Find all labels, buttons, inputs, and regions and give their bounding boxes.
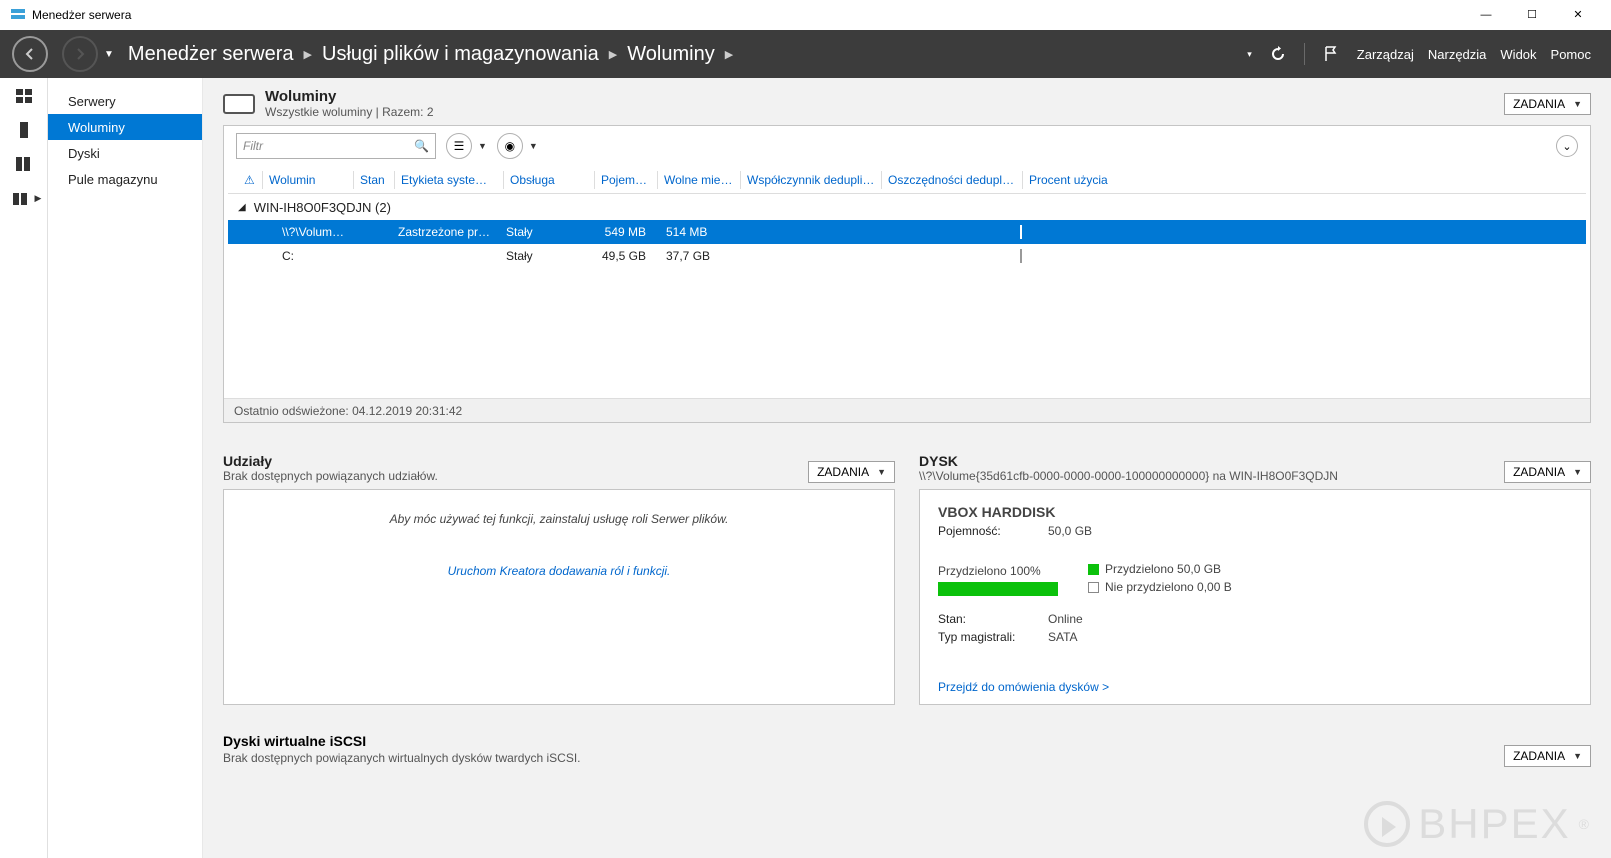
sidebar-item-disks[interactable]: Dyski [48,140,202,166]
volumes-title: Woluminy [265,88,434,105]
usage-bar [1020,249,1022,263]
all-servers-icon[interactable] [8,152,40,176]
dropdown-icon[interactable]: ▼ [529,141,538,151]
column-state[interactable]: Stan [354,173,394,187]
nav-history-dropdown[interactable]: ▼ [104,49,114,60]
volume-row[interactable]: \\?\Volume{35... Zastrzeżone przez... St… [228,220,1586,244]
disks-overview-link[interactable]: Przejdź do omówienia dysków > [938,680,1109,694]
iscsi-section: Dyski wirtualne iSCSI Brak dostępnych po… [223,733,1591,767]
main-content: Woluminy Wszystkie woluminy | Razem: 2 Z… [203,78,1611,858]
shares-subtitle: Brak dostępnych powiązanych udziałów. [223,469,438,483]
column-dedup-savings[interactable]: Oszczędności deduplikacji [882,173,1022,187]
maximize-button[interactable]: ☐ [1509,0,1555,30]
usage-bar [1020,225,1022,239]
dashboard-icon[interactable] [8,84,40,108]
breadcrumb-item[interactable]: Woluminy [627,43,714,66]
sidebar-item-volumes[interactable]: Woluminy [48,114,202,140]
group-row[interactable]: ◢WIN-IH8O0F3QDJN (2) [224,194,1590,220]
volumes-subtitle: Wszystkie woluminy | Razem: 2 [265,105,434,119]
disk-section: DYSK \\?\Volume{35d61cfb-0000-0000-0000-… [919,453,1591,705]
dropdown-icon[interactable]: ▾ [1247,49,1252,60]
column-usage[interactable]: Procent użycia [1023,173,1143,187]
breadcrumb-item[interactable]: Menedżer serwera [128,43,294,66]
shares-section: Udziały Brak dostępnych powiązanych udzi… [223,453,895,705]
unallocated-swatch [1088,582,1099,593]
collapse-icon[interactable]: ◢ [238,202,246,213]
iscsi-title: Dyski wirtualne iSCSI [223,733,581,749]
allocation-legend: Przydzielono 50,0 GB Nie przydzielono 0,… [1088,562,1572,594]
view-options-button[interactable]: ☰ [446,133,472,159]
command-bar: ▼ Menedżer serwera ▶ Usługi plików i mag… [0,30,1611,78]
filter-input[interactable]: Filtr🔍 [236,133,436,159]
chevron-right-icon[interactable]: ▶ [609,48,617,61]
back-button[interactable] [12,36,48,72]
volume-row[interactable]: C: Stały 49,5 GB 37,7 GB [228,244,1586,268]
shares-message: Aby móc używać tej funkcji, zainstaluj u… [242,512,876,526]
volume-icon [223,94,255,114]
server-manager-icon [10,7,26,23]
sidebar-item-servers[interactable]: Serwery [48,88,202,114]
disk-name: VBOX HARDDISK [938,504,1572,520]
chevron-right-icon[interactable]: ▶ [725,48,733,61]
grid-header: ⚠ Wolumin Stan Etykieta systemu p... Obs… [228,166,1586,194]
menu-tools[interactable]: Narzędzia [1428,47,1487,62]
volumes-toolbar: Filtr🔍 ☰ ▼ ◉ ▼ ⌄ [224,126,1590,166]
allocated-swatch [1088,564,1099,575]
column-volume[interactable]: Wolumin [263,173,353,187]
chevron-right-icon[interactable]: ▶ [304,48,312,61]
divider [1304,43,1305,65]
minimize-button[interactable]: — [1463,0,1509,30]
refresh-button[interactable] [1266,42,1290,66]
menu-help[interactable]: Pomoc [1551,47,1591,62]
notifications-flag-icon[interactable] [1319,42,1343,66]
tasks-button[interactable]: ZADANIA▼ [1504,93,1591,115]
menu-manage[interactable]: Zarządzaj [1357,47,1414,62]
dropdown-icon[interactable]: ▼ [478,141,487,151]
titlebar: Menedżer serwera — ☐ ✕ [0,0,1611,30]
column-dedup-rate[interactable]: Współczynnik deduplikacji [741,173,881,187]
forward-button[interactable] [62,36,98,72]
tasks-button[interactable]: ZADANIA▼ [1504,745,1591,767]
volumes-panel: Filtr🔍 ☰ ▼ ◉ ▼ ⌄ ⚠ Wolumin Stan Etykieta s… [223,125,1591,423]
shares-title: Udziały [223,453,438,469]
tasks-button[interactable]: ZADANIA▼ [808,461,895,483]
disk-panel: VBOX HARDDISK Pojemność:50,0 GB Przydzie… [919,489,1591,705]
volumes-header: Woluminy Wszystkie woluminy | Razem: 2 Z… [223,88,1591,119]
iscsi-subtitle: Brak dostępnych powiązanych wirtualnych … [223,751,581,765]
search-icon[interactable]: 🔍 [414,139,429,153]
column-free[interactable]: Wolne miejsce [658,173,740,187]
breadcrumb-item[interactable]: Usługi plików i magazynowania [322,43,599,66]
file-storage-icon[interactable]: ▶ [3,186,45,210]
column-provisioning[interactable]: Obsługa [504,173,594,187]
column-capacity[interactable]: Pojemność [595,173,657,187]
allocation-bar [938,582,1058,596]
save-query-button[interactable]: ◉ [497,133,523,159]
disk-title: DYSK [919,453,1338,469]
last-refresh: Ostatnio odświeżone: 04.12.2019 20:31:42 [224,398,1590,422]
add-roles-link[interactable]: Uruchom Kreatora dodawania ról i funkcji… [242,564,876,578]
window-title: Menedżer serwera [32,8,1463,22]
sidebar: Serwery Woluminy Dyski Pule magazynu [48,78,203,858]
disk-subtitle: \\?\Volume{35d61cfb-0000-0000-0000-10000… [919,469,1338,483]
expand-button[interactable]: ⌄ [1556,135,1578,157]
shares-panel: Aby móc używać tej funkcji, zainstaluj u… [223,489,895,705]
sidebar-item-storage-pools[interactable]: Pule magazynu [48,166,202,192]
menu-view[interactable]: Widok [1500,47,1536,62]
icon-strip: ▶ [0,78,48,858]
close-button[interactable]: ✕ [1555,0,1601,30]
local-server-icon[interactable] [8,118,40,142]
tasks-button[interactable]: ZADANIA▼ [1504,461,1591,483]
column-warning-icon[interactable]: ⚠ [238,173,262,187]
column-label[interactable]: Etykieta systemu p... [395,173,503,187]
breadcrumb: Menedżer serwera ▶ Usługi plików i magaz… [128,43,733,66]
